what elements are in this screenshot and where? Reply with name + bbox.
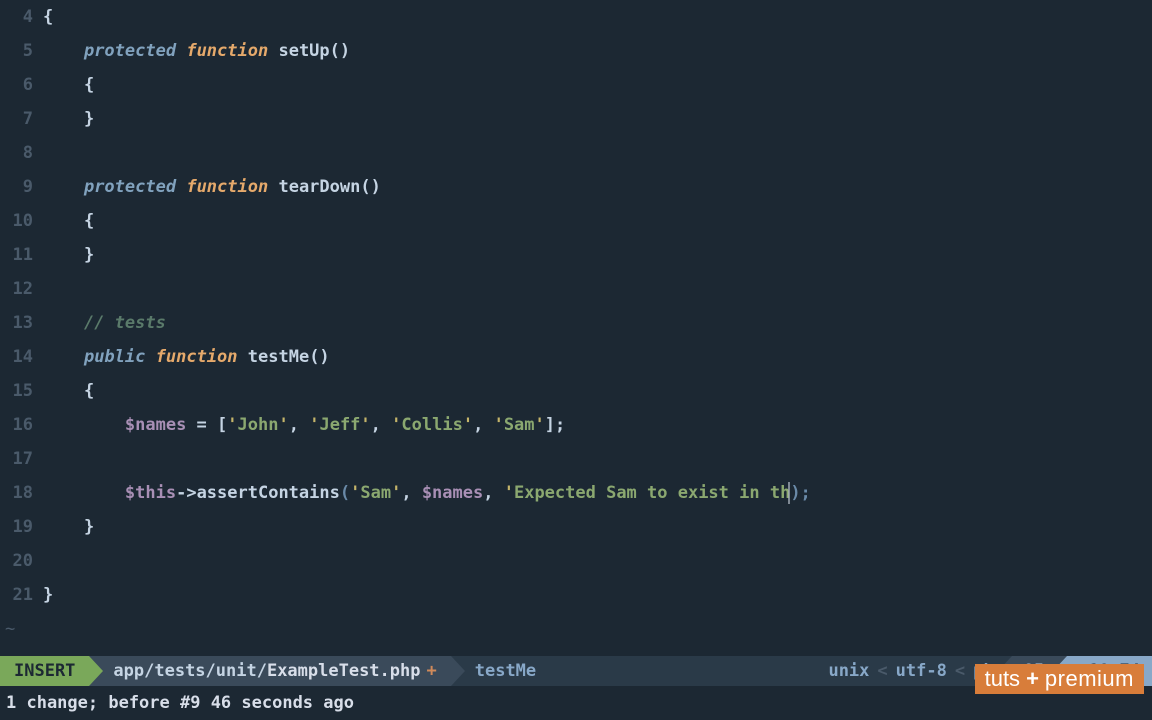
line-number: 20: [0, 544, 33, 578]
text-cursor: [788, 482, 790, 504]
code-line: }: [43, 238, 1152, 272]
brace: {: [84, 211, 94, 231]
brace: {: [43, 7, 53, 27]
code-line: $names = ['John', 'Jeff', 'Collis', 'Sam…: [43, 408, 1152, 442]
line-number: 7: [0, 102, 33, 136]
bracket: [: [217, 415, 227, 435]
brace: }: [84, 109, 94, 129]
modified-indicator: +: [426, 661, 436, 681]
function-name: setUp: [278, 41, 329, 61]
code-line: {: [43, 204, 1152, 238]
function-name: testMe: [248, 347, 309, 367]
vim-mode-indicator: INSERT: [0, 656, 89, 686]
watermark-premium: premium: [1045, 668, 1134, 690]
string: Collis: [401, 415, 462, 435]
parens: (): [360, 177, 380, 197]
line-number: 18: [0, 476, 33, 510]
operator: =: [186, 415, 217, 435]
arrow-operator: ->: [176, 483, 196, 503]
code-area[interactable]: { protected function setUp() { } protect…: [43, 0, 1152, 647]
keyword-protected: protected: [84, 41, 176, 61]
keyword-protected: protected: [84, 177, 176, 197]
line-number: 10: [0, 204, 33, 238]
paren: (: [340, 483, 350, 503]
code-line: {: [43, 374, 1152, 408]
string: Expected Sam to exist in th: [514, 483, 790, 503]
code-line: // tests: [43, 306, 1152, 340]
line-number: 9: [0, 170, 33, 204]
keyword-function: function: [186, 41, 268, 61]
variable: $names: [125, 415, 186, 435]
editor-area: 4 5 6 7 8 9 10 11 12 13 14 15 16 17 18 1…: [0, 0, 1152, 647]
code-line: {: [43, 0, 1152, 34]
line-number: 5: [0, 34, 33, 68]
current-function: testMe: [451, 656, 821, 686]
parens: (): [330, 41, 350, 61]
line-number-gutter: 4 5 6 7 8 9 10 11 12 13 14 15 16 17 18 1…: [0, 0, 43, 647]
brace: }: [84, 245, 94, 265]
code-line: [43, 136, 1152, 170]
code-line: $this->assertContains('Sam', $names, 'Ex…: [43, 476, 1152, 510]
code-line: public function testMe(): [43, 340, 1152, 374]
file-name: ExampleTest.php: [267, 661, 421, 681]
function-name: tearDown: [278, 177, 360, 197]
variable: $names: [422, 483, 483, 503]
watermark-logo: tuts + premium: [975, 664, 1144, 694]
empty-line-tilde: ~: [5, 612, 1152, 646]
code-line: [43, 442, 1152, 476]
line-number: 21: [0, 578, 33, 612]
keyword-public: public: [84, 347, 145, 367]
line-number: 16: [0, 408, 33, 442]
code-line: protected function tearDown(): [43, 170, 1152, 204]
method-name: assertContains: [197, 483, 340, 503]
file-path: app/tests/unit/ExampleTest.php +: [89, 656, 450, 686]
keyword-function: function: [156, 347, 238, 367]
line-number: 13: [0, 306, 33, 340]
paren: );: [790, 483, 810, 503]
file-path-dir: app/tests/unit/: [113, 661, 267, 681]
line-number: 11: [0, 238, 33, 272]
string: Jeff: [319, 415, 360, 435]
comment: // tests: [84, 313, 166, 333]
line-number: 4: [0, 0, 33, 34]
watermark-plus: +: [1026, 668, 1039, 690]
line-number: 17: [0, 442, 33, 476]
line-number: 15: [0, 374, 33, 408]
code-line: }: [43, 510, 1152, 544]
variable-this: $this: [125, 483, 176, 503]
line-number: 19: [0, 510, 33, 544]
watermark-brand: tuts: [985, 668, 1020, 690]
string: Sam: [360, 483, 391, 503]
string: John: [238, 415, 279, 435]
brace: {: [84, 75, 94, 95]
brace: {: [84, 381, 94, 401]
file-format: unix: [828, 661, 869, 681]
brace: }: [84, 517, 94, 537]
keyword-function: function: [186, 177, 268, 197]
code-line: protected function setUp(): [43, 34, 1152, 68]
file-encoding: utf-8: [896, 661, 947, 681]
string: Sam: [504, 415, 535, 435]
brace: }: [43, 585, 53, 605]
line-number: 14: [0, 340, 33, 374]
code-line: [43, 272, 1152, 306]
code-line: [43, 544, 1152, 578]
code-line: }: [43, 102, 1152, 136]
parens: (): [309, 347, 329, 367]
code-line: {: [43, 68, 1152, 102]
bracket: ];: [545, 415, 565, 435]
line-number: 12: [0, 272, 33, 306]
code-line: }: [43, 578, 1152, 612]
line-number: 8: [0, 136, 33, 170]
line-number: 6: [0, 68, 33, 102]
